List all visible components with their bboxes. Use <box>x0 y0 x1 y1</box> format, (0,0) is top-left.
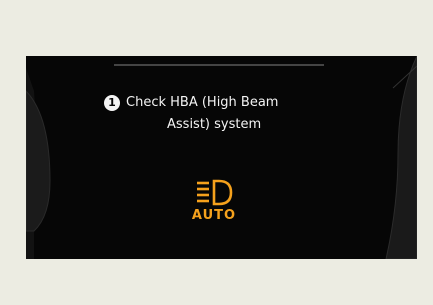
cluster-display: 1 Check HBA (High Beam Assist) system AU… <box>26 56 417 259</box>
left-bezel-curve <box>26 90 51 232</box>
warning-text-line-1: Check HBA (High Beam <box>126 95 279 110</box>
right-bezel-curve <box>385 56 417 259</box>
auto-indicator-label: AUTO <box>191 208 237 223</box>
warning-text-line-2: Assist) system <box>167 117 262 132</box>
warning-message: 1 Check HBA (High Beam Assist) system <box>104 92 344 136</box>
warning-message-line-1: 1 Check HBA (High Beam <box>104 92 344 114</box>
display-bezel-decoration <box>26 56 417 259</box>
high-beam-assist-icon <box>197 179 233 206</box>
message-number-badge: 1 <box>104 95 120 111</box>
